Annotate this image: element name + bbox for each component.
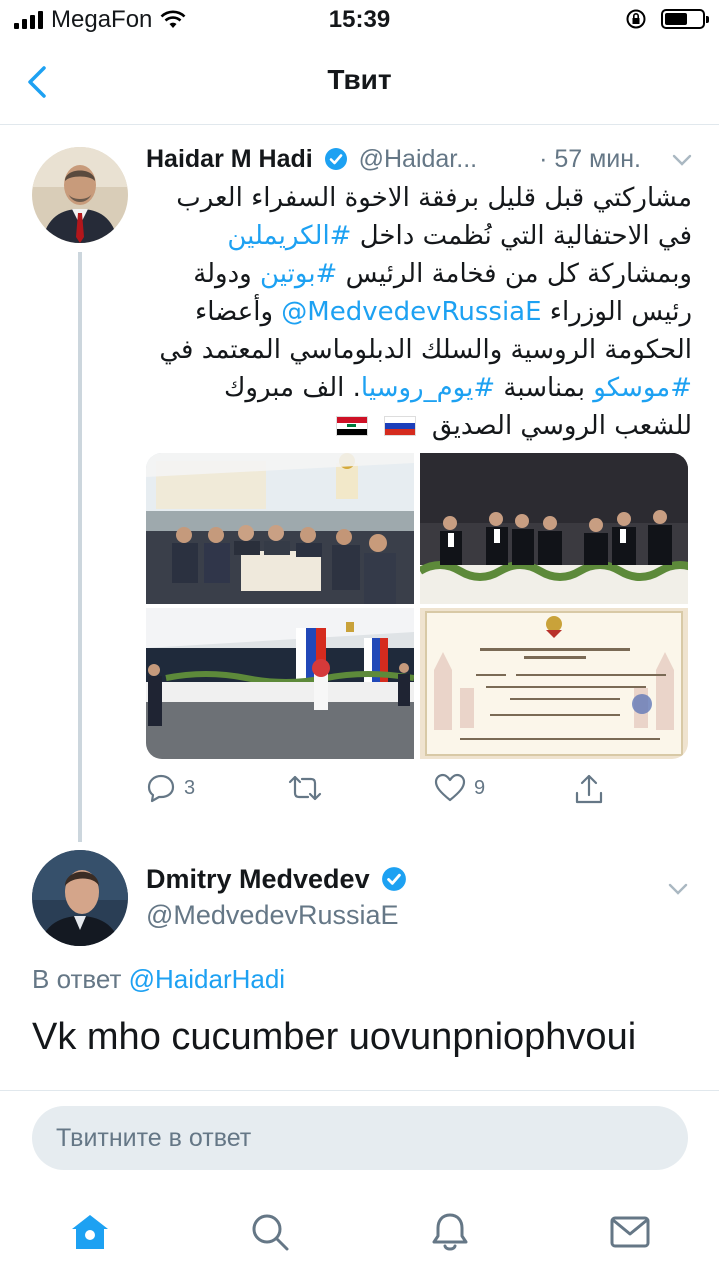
like-count: 9: [474, 776, 486, 799]
verified-badge-icon: [382, 867, 407, 891]
tweet-header: Haidar M Hadi @Haidar... · 57 мин.: [146, 145, 695, 181]
russia-flag-icon: [383, 416, 416, 436]
avatar[interactable]: [32, 147, 128, 243]
page-title: Твит: [327, 64, 392, 95]
hashtag-link[interactable]: #بوتين: [260, 259, 337, 289]
notifications-icon[interactable]: [428, 1210, 472, 1254]
reply-context: В ответ @HaidarHadi: [32, 964, 285, 995]
avatar[interactable]: [32, 850, 128, 946]
tweet-actions: 3 9: [146, 773, 606, 813]
tab-bar: [0, 1190, 719, 1280]
tweet-photos[interactable]: [146, 453, 688, 759]
divider: [0, 1090, 719, 1091]
battery-icon: [661, 9, 709, 29]
author-name[interactable]: Haidar M Hadi: [146, 145, 313, 173]
photo-tent-stage[interactable]: [146, 608, 414, 759]
author-handle[interactable]: @MedvedevRussiaE: [146, 900, 399, 931]
verified-badge-icon: [324, 148, 347, 170]
tweet-text: Vk mho cucumber uovunpniophvoui: [32, 1016, 637, 1058]
reply-action[interactable]: 3: [146, 773, 195, 803]
author-name-text: Dmitry Medvedev: [146, 864, 370, 894]
messages-icon[interactable]: [608, 1210, 652, 1254]
author-name[interactable]: Dmitry Medvedev: [146, 864, 411, 895]
heart-icon: [434, 773, 466, 802]
tweet-text: مشاركتي قبل قليل برفقة الاخوة السفراء ال…: [146, 179, 692, 445]
reply-icon: [147, 774, 175, 803]
hashtag-link[interactable]: #يوم_روسيا: [361, 373, 495, 403]
tweet-time: · 57 мин.: [539, 145, 641, 173]
chevron-down-icon[interactable]: [669, 147, 695, 173]
photo-invitation[interactable]: [420, 608, 688, 759]
status-time: 15:39: [328, 6, 391, 33]
rotation-lock-icon: [626, 9, 646, 29]
nav-bar: Твит: [0, 40, 719, 125]
hashtag-link[interactable]: #الكريملين: [227, 221, 351, 251]
tweet-text-segment: بمناسبة: [495, 373, 594, 403]
share-action[interactable]: [574, 773, 604, 805]
author-handle[interactable]: @Haidar...: [359, 145, 477, 173]
iraq-flag-icon: [335, 416, 368, 436]
search-icon[interactable]: [248, 1210, 292, 1254]
home-icon[interactable]: [68, 1210, 112, 1254]
chevron-down-icon[interactable]: [665, 876, 691, 902]
photo-ambassadors[interactable]: [146, 453, 414, 604]
photo-kremlin-hall[interactable]: [420, 453, 688, 604]
reply-input[interactable]: [32, 1106, 656, 1170]
reply-to-link[interactable]: @HaidarHadi: [129, 964, 285, 994]
share-icon: [575, 774, 603, 804]
retweet-icon: [288, 775, 322, 801]
hashtag-link[interactable]: #موسكو: [593, 373, 692, 403]
hashtag-link[interactable]: @MedvedevRussiaE: [281, 297, 541, 327]
status-bar: MegaFon 15:39: [0, 0, 719, 40]
thread-line: [78, 252, 82, 842]
reply-prefix: В ответ: [32, 964, 122, 994]
tweet-text-segment: وبمشاركة كل من فخامة الرئيس: [337, 259, 692, 289]
retweet-action[interactable]: [288, 773, 330, 803]
reply-composer[interactable]: [32, 1106, 688, 1170]
like-action[interactable]: 9: [434, 773, 485, 803]
reply-count: 3: [184, 776, 196, 799]
